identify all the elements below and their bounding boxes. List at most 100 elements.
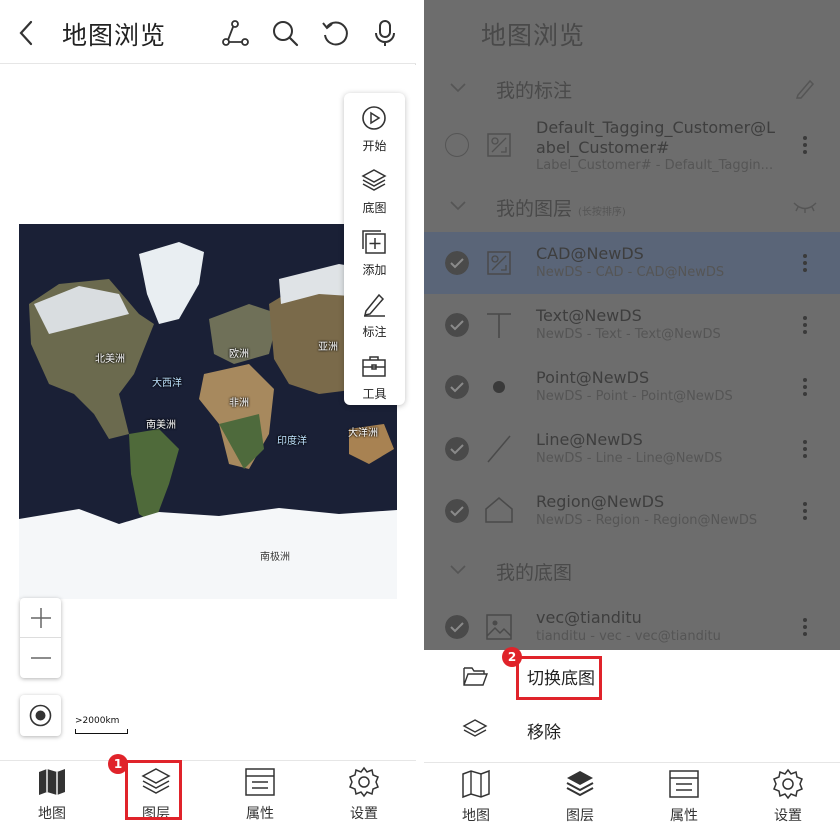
step-badge: 2 (502, 647, 522, 667)
layer-row-cad[interactable]: CAD@NewDS NewDS - CAD - CAD@NewDS (424, 232, 840, 294)
dimmed-overlay[interactable]: 地图浏览 我的标注 Default_Tagging_Customer@L abe… (424, 0, 840, 650)
layer-row-line[interactable]: Line@NewDS NewDS - Line - Line@NewDS (424, 418, 840, 480)
map-label-oceania: 大洋洲 (348, 428, 378, 439)
image-icon (486, 614, 512, 640)
map-label-indian-ocean: 印度洋 (277, 436, 307, 447)
more-icon[interactable] (800, 252, 810, 274)
microphone-icon[interactable] (370, 18, 400, 48)
layer-subtitle: NewDS - Region - Region@NewDS (536, 513, 758, 528)
layers-icon (566, 771, 594, 797)
chevron-down-icon (450, 83, 466, 93)
cad-icon (487, 133, 511, 157)
layer-subtitle: NewDS - Text - Text@NewDS (536, 327, 721, 342)
layers-screen: 地图浏览 我的标注 Default_Tagging_Customer@L abe… (424, 0, 840, 822)
remove-option[interactable]: 移除 (424, 704, 840, 758)
page-title: 地图浏览 (481, 21, 586, 50)
basemap-subtitle: tianditu - vec - vec@tianditu (536, 629, 721, 644)
check-icon[interactable] (445, 437, 469, 461)
tag-row[interactable]: Default_Tagging_Customer@L abel_Customer… (424, 114, 840, 176)
region-icon (485, 497, 513, 523)
tool-basemap-label: 底图 (362, 201, 387, 215)
nav-layers[interactable]: 图层 (528, 763, 632, 822)
chevron-down-icon (450, 565, 466, 575)
layer-row-point[interactable]: Point@NewDS NewDS - Point - Point@NewDS (424, 356, 840, 418)
step-badge: 1 (108, 754, 128, 774)
nav-attributes[interactable]: 属性 (632, 763, 736, 822)
section-title: 我的标注 (496, 80, 573, 102)
layer-row-text[interactable]: Text@NewDS NewDS - Text - Text@NewDS (424, 294, 840, 356)
check-icon[interactable] (445, 313, 469, 337)
layer-name: Point@NewDS (536, 368, 650, 387)
zoom-out-icon[interactable] (29, 646, 53, 670)
map-label-europe: 欧洲 (229, 349, 249, 360)
chevron-down-icon (450, 201, 466, 211)
measure-icon[interactable] (220, 18, 250, 48)
eye-closed-icon[interactable] (792, 200, 818, 214)
tag-checkbox[interactable] (445, 133, 469, 157)
nav-settings[interactable]: 设置 (312, 761, 416, 822)
world-map-image[interactable]: 北美洲 大西洋 欧洲 亚洲 非洲 南美洲 印度洋 大洋洲 南极洲 (19, 224, 397, 599)
more-icon[interactable] (800, 314, 810, 336)
text-icon (487, 313, 511, 338)
check-icon[interactable] (445, 251, 469, 275)
action-sheet: 切换底图 移除 (424, 650, 840, 762)
pen-icon (363, 293, 385, 317)
check-icon[interactable] (445, 375, 469, 399)
more-icon[interactable] (800, 438, 810, 460)
layers-icon (361, 169, 387, 191)
section-my-layers[interactable]: 我的图层 (长按排序) (424, 182, 840, 232)
locate-button[interactable] (20, 695, 61, 736)
nav-settings[interactable]: 设置 (736, 763, 840, 822)
layer-subtitle: NewDS - CAD - CAD@NewDS (536, 265, 725, 280)
toolbox-icon (362, 356, 386, 377)
section-title: 我的图层 (长按排序) (496, 194, 626, 221)
pen-icon[interactable] (794, 78, 816, 100)
page-title: 地图浏览 (62, 21, 167, 50)
more-icon[interactable] (800, 134, 810, 156)
section-my-basemap[interactable]: 我的底图 (424, 546, 840, 596)
map-label-asia: 亚洲 (318, 342, 338, 353)
back-icon[interactable] (14, 18, 40, 48)
bottom-nav: 地图 图层 属性 设置 (424, 762, 840, 822)
tool-annotate-label: 标注 (362, 325, 387, 339)
tool-start[interactable]: 开始 (344, 97, 405, 159)
check-icon[interactable] (445, 615, 469, 639)
layer-row-region[interactable]: Region@NewDS NewDS - Region - Region@New… (424, 480, 840, 542)
tool-tools[interactable]: 工具 (344, 345, 405, 407)
gear-icon (349, 766, 379, 798)
tool-basemap[interactable]: 底图 (344, 159, 405, 221)
map-label-africa: 非洲 (229, 398, 249, 409)
sort-hint: (长按排序) (578, 207, 626, 218)
scale-label: >2000km (75, 716, 120, 726)
nav-map[interactable]: 地图 (0, 761, 104, 822)
more-icon[interactable] (800, 500, 810, 522)
tool-panel: 开始 底图 添加 标注 工具 (344, 93, 405, 405)
more-icon[interactable] (800, 376, 810, 398)
map-label-atlantic: 大西洋 (152, 378, 182, 389)
switch-basemap-option[interactable]: 切换底图 (424, 650, 840, 704)
section-my-tags[interactable]: 我的标注 (424, 64, 840, 114)
top-bar: 地图浏览 (0, 0, 416, 64)
tool-add-label: 添加 (362, 263, 387, 277)
point-icon (493, 381, 505, 393)
play-icon (362, 106, 386, 130)
cad-icon (487, 251, 511, 275)
check-icon[interactable] (445, 499, 469, 523)
tool-annotate[interactable]: 标注 (344, 283, 405, 345)
add-icon (362, 230, 386, 254)
zoom-in-icon[interactable] (29, 606, 53, 630)
tool-add[interactable]: 添加 (344, 221, 405, 283)
nav-map[interactable]: 地图 (424, 763, 528, 822)
locate-icon (29, 704, 52, 727)
layer-subtitle: NewDS - Line - Line@NewDS (536, 451, 723, 466)
search-icon[interactable] (270, 18, 300, 48)
nav-attributes[interactable]: 属性 (208, 761, 312, 822)
table-icon (245, 768, 275, 796)
more-icon[interactable] (800, 616, 810, 638)
undo-icon[interactable] (320, 18, 350, 48)
map-view[interactable]: 北美洲 大西洋 欧洲 亚洲 非洲 南美洲 印度洋 大洋洲 南极洲 开始 底图 添… (0, 65, 416, 760)
bottom-nav: 地图 图层 属性 设置 (0, 760, 416, 822)
remove-label: 移除 (527, 723, 561, 743)
map-label-antarctica: 南极洲 (260, 552, 290, 563)
basemap-row[interactable]: vec@tianditu tianditu - vec - vec@tiandi… (424, 596, 840, 650)
